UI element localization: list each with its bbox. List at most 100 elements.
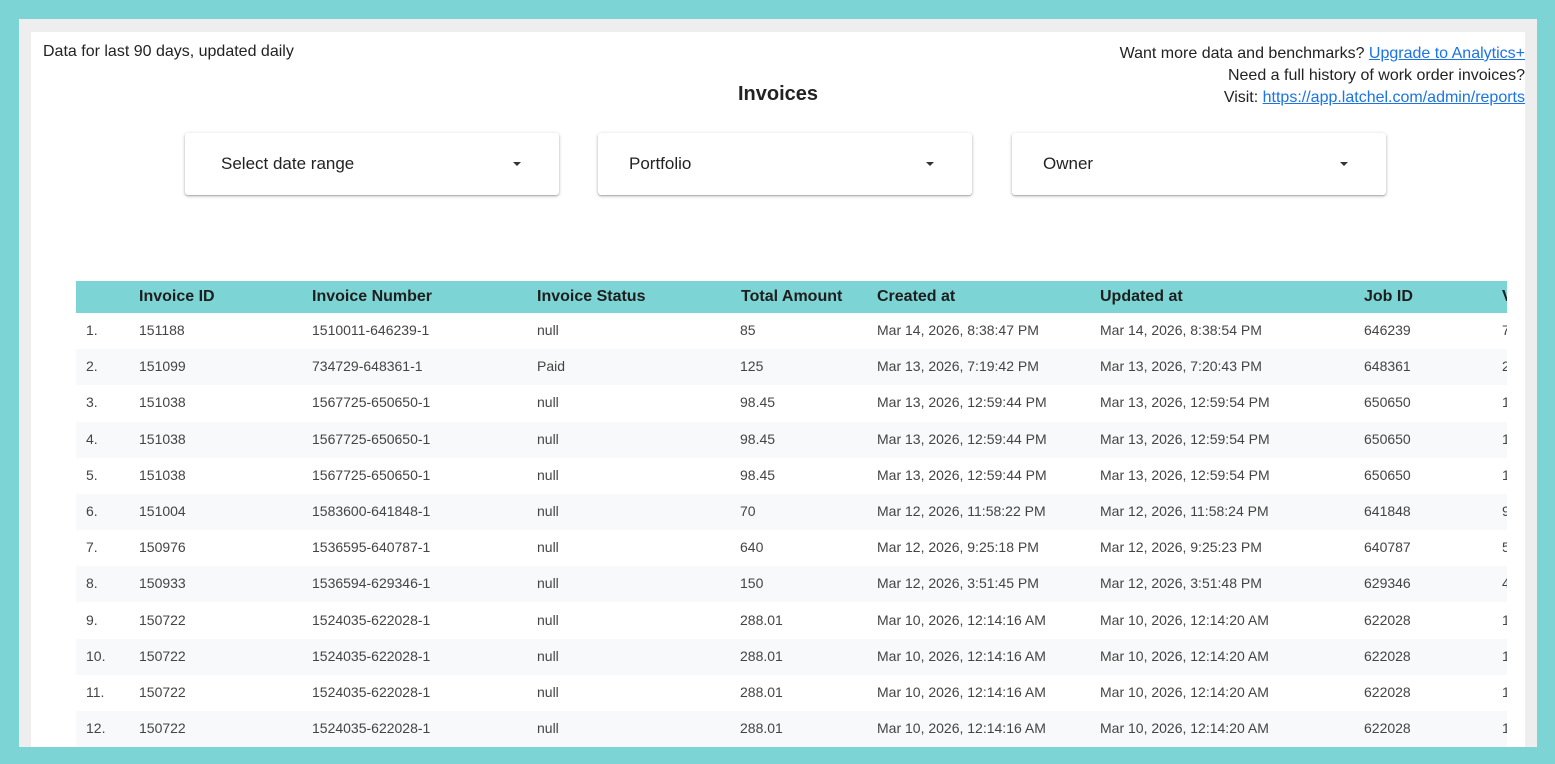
cell-truncated: 5 (1502, 539, 1507, 555)
cell-job-id: 622028 (1364, 720, 1411, 736)
cell-job-id: 650650 (1364, 467, 1411, 483)
cell-created-at: Mar 10, 2026, 12:14:16 AM (877, 720, 1046, 736)
cell-updated-at: Mar 10, 2026, 12:14:20 AM (1100, 684, 1269, 700)
cell-invoice-status: null (537, 539, 559, 555)
cell-invoice-status: null (537, 648, 559, 664)
cell-updated-at: Mar 13, 2026, 7:20:43 PM (1100, 358, 1262, 374)
table-row[interactable]: 1. 151188 1510011-646239-1 null 85 Mar 14, 20… (76, 313, 1507, 349)
row-number: 2. (86, 358, 98, 374)
caret-down-icon (926, 162, 934, 166)
cell-invoice-id: 151188 (139, 322, 185, 338)
table-row[interactable]: 7. 150976 1536595-640787-1 null 640 Mar 12, 2… (76, 530, 1507, 566)
cell-invoice-id: 150976 (139, 539, 186, 555)
column-header-job-id[interactable]: Job ID (1364, 288, 1413, 306)
column-header-created-at[interactable]: Created at (877, 288, 955, 306)
cell-invoice-status: null (537, 612, 559, 628)
cell-created-at: Mar 13, 2026, 7:19:42 PM (877, 358, 1039, 374)
cell-invoice-number: 1536595-640787-1 (312, 539, 431, 555)
portfolio-label: Portfolio (629, 154, 692, 173)
cell-invoice-number: 734729-648361-1 (312, 358, 423, 374)
row-number: 7. (86, 539, 98, 555)
cell-invoice-number: 1524035-622028-1 (312, 648, 431, 664)
cell-job-id: 622028 (1364, 648, 1411, 664)
cell-invoice-number: 1536594-629346-1 (312, 575, 431, 591)
table-row[interactable]: 6. 151004 1583600-641848-1 null 70 Mar 12, 20… (76, 494, 1507, 530)
row-number: 1. (86, 322, 98, 338)
column-header-updated-at[interactable]: Updated at (1100, 288, 1183, 306)
upgrade-notice: Want more data and benchmarks? Upgrade t… (1120, 43, 1525, 109)
cell-invoice-id: 151038 (139, 467, 186, 483)
table-row[interactable]: 2. 151099 734729-648361-1 Paid 125 Mar 13, 20… (76, 349, 1507, 385)
cell-total-amount: 98.45 (740, 431, 776, 447)
row-number: 8. (86, 575, 98, 591)
table-row[interactable]: 9. 150722 1524035-622028-1 null 288.01 Mar 10… (76, 603, 1507, 639)
cell-updated-at: Mar 10, 2026, 12:14:20 AM (1100, 648, 1269, 664)
cell-invoice-id: 151004 (139, 503, 186, 519)
cell-truncated: 1 (1502, 684, 1507, 700)
cell-invoice-id: 151038 (139, 394, 186, 410)
table-row[interactable]: 12. 150722 1524035-622028-1 null 288.01 Mar 1… (76, 711, 1507, 747)
cell-invoice-id: 151038 (139, 431, 186, 447)
row-number: 3. (86, 394, 98, 410)
cell-truncated: 9 (1502, 503, 1507, 519)
cell-updated-at: Mar 13, 2026, 12:59:54 PM (1100, 431, 1270, 447)
cell-invoice-status: null (537, 684, 559, 700)
cell-truncated: 1 (1502, 431, 1507, 447)
cell-invoice-status: null (537, 720, 559, 736)
row-number: 4. (86, 431, 98, 447)
cell-invoice-status: Paid (537, 358, 566, 374)
cell-total-amount: 288.01 (740, 684, 783, 700)
table-row[interactable]: 10. 150722 1524035-622028-1 null 288.01 Mar 1… (76, 639, 1507, 675)
cell-job-id: 648361 (1364, 358, 1411, 374)
visit-text: Visit: (1223, 89, 1263, 106)
cell-updated-at: Mar 12, 2026, 9:25:23 PM (1100, 539, 1262, 555)
cell-created-at: Mar 10, 2026, 12:14:16 AM (877, 612, 1046, 628)
cell-created-at: Mar 10, 2026, 12:14:16 AM (877, 648, 1046, 664)
cell-total-amount: 150 (740, 575, 764, 591)
cell-job-id: 650650 (1364, 394, 1411, 410)
cell-job-id: 641848 (1364, 503, 1411, 519)
page-title: Invoices (738, 83, 819, 105)
table-row[interactable]: 11. 150722 1524035-622028-1 null 288.01 Mar 1… (76, 675, 1507, 711)
date-range-dropdown[interactable]: Select date range (185, 133, 559, 195)
portfolio-dropdown[interactable]: Portfolio (598, 133, 972, 195)
table-row[interactable]: 8. 150933 1536594-629346-1 null 150 Mar 12, 2… (76, 566, 1507, 602)
table-row[interactable]: 4. 151038 1567725-650650-1 null 98.45 Mar 13,… (76, 422, 1507, 458)
row-number: 11. (86, 684, 105, 700)
cell-truncated: 2 (1502, 358, 1507, 374)
cell-invoice-id: 151099 (139, 358, 186, 374)
date-range-label: Select date range (221, 154, 355, 173)
cell-truncated: 1 (1502, 612, 1507, 628)
report-frame: Data for last 90 days, updated daily Wan… (19, 19, 1537, 747)
owner-label: Owner (1043, 154, 1094, 173)
cell-total-amount: 288.01 (740, 648, 783, 664)
upgrade-analytics-link[interactable]: Upgrade to Analytics+ (1369, 45, 1525, 62)
owner-dropdown[interactable]: Owner (1012, 133, 1386, 195)
column-header-truncated[interactable]: V (1502, 288, 1507, 306)
cell-job-id: 622028 (1364, 612, 1411, 628)
row-number: 10. (86, 648, 106, 664)
cell-invoice-status: null (537, 467, 559, 483)
cell-truncated: 1 (1502, 720, 1507, 736)
cell-updated-at: Mar 10, 2026, 12:14:20 AM (1100, 612, 1269, 628)
cell-total-amount: 70 (740, 503, 756, 519)
cell-created-at: Mar 12, 2026, 3:51:45 PM (877, 575, 1039, 591)
cell-updated-at: Mar 10, 2026, 12:14:20 AM (1100, 720, 1269, 736)
cell-total-amount: 98.45 (740, 394, 776, 410)
cell-truncated: 7 (1502, 322, 1507, 338)
cell-job-id: 650650 (1364, 431, 1411, 447)
admin-reports-link[interactable]: https://app.latchel.com/admin/reports (1263, 89, 1525, 106)
cell-total-amount: 288.01 (740, 612, 783, 628)
table-row[interactable]: 3. 151038 1567725-650650-1 null 98.45 Mar 13,… (76, 385, 1507, 421)
column-header-invoice-id[interactable]: Invoice ID (139, 288, 215, 306)
column-header-total-amount[interactable]: Total Amount (741, 288, 842, 306)
cell-invoice-status: null (537, 503, 559, 519)
cell-updated-at: Mar 12, 2026, 3:51:48 PM (1100, 575, 1262, 591)
cell-truncated: 4 (1502, 575, 1507, 591)
cell-invoice-status: null (537, 394, 559, 410)
cell-total-amount: 125 (740, 358, 764, 374)
table-row[interactable]: 5. 151038 1567725-650650-1 null 98.45 Mar 13,… (76, 458, 1507, 494)
column-header-invoice-status[interactable]: Invoice Status (537, 288, 645, 306)
column-header-invoice-number[interactable]: Invoice Number (312, 288, 432, 306)
cell-invoice-status: null (537, 575, 559, 591)
